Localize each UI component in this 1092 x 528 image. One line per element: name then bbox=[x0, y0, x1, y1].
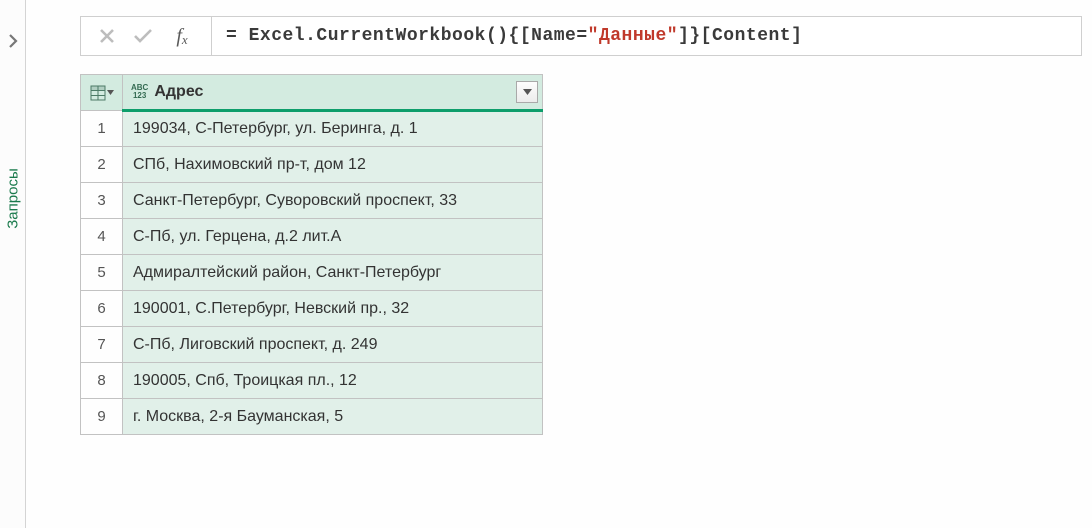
table-row[interactable]: 6 190001, С.Петербург, Невский пр., 32 bbox=[81, 291, 543, 327]
cell-address[interactable]: Санкт-Петербург, Суворовский проспект, 3… bbox=[123, 183, 543, 219]
formula-input[interactable]: = Excel.CurrentWorkbook(){[Name="Данные"… bbox=[212, 16, 1082, 56]
cell-address[interactable]: 199034, С-Петербург, ул. Беринга, д. 1 bbox=[123, 111, 543, 147]
table-icon bbox=[90, 85, 106, 101]
table-header-row: ABC 123 Адрес bbox=[81, 75, 543, 111]
datatype-any-icon: ABC 123 bbox=[131, 84, 148, 100]
fx-icon[interactable]: fx bbox=[161, 18, 203, 54]
table-row[interactable]: 8 190005, Спб, Троицкая пл., 12 bbox=[81, 363, 543, 399]
cell-address[interactable]: 190005, Спб, Троицкая пл., 12 bbox=[123, 363, 543, 399]
cell-address[interactable]: Адмиралтейский район, Санкт-Петербург bbox=[123, 255, 543, 291]
row-number: 9 bbox=[81, 399, 123, 435]
expand-sidebar-chevron[interactable] bbox=[7, 34, 19, 51]
cell-address[interactable]: СПб, Нахимовский пр-т, дом 12 bbox=[123, 147, 543, 183]
row-number: 7 bbox=[81, 327, 123, 363]
table-row[interactable]: 9 г. Москва, 2-я Бауманская, 5 bbox=[81, 399, 543, 435]
main-area: fx = Excel.CurrentWorkbook(){[Name="Данн… bbox=[26, 0, 1092, 528]
table-row[interactable]: 2 СПб, Нахимовский пр-т, дом 12 bbox=[81, 147, 543, 183]
formula-bar: fx = Excel.CurrentWorkbook(){[Name="Данн… bbox=[80, 16, 1082, 56]
row-number: 4 bbox=[81, 219, 123, 255]
accept-formula-button[interactable] bbox=[125, 18, 161, 54]
cell-address[interactable]: С-Пб, ул. Герцена, д.2 лит.А bbox=[123, 219, 543, 255]
table-row[interactable]: 3 Санкт-Петербург, Суворовский проспект,… bbox=[81, 183, 543, 219]
cell-address[interactable]: г. Москва, 2-я Бауманская, 5 bbox=[123, 399, 543, 435]
row-number: 5 bbox=[81, 255, 123, 291]
column-header-label: Адрес bbox=[154, 83, 203, 101]
row-number: 8 bbox=[81, 363, 123, 399]
row-number: 2 bbox=[81, 147, 123, 183]
chevron-down-icon bbox=[523, 89, 532, 95]
dropdown-icon bbox=[107, 90, 114, 95]
row-number: 1 bbox=[81, 111, 123, 147]
column-filter-button[interactable] bbox=[516, 81, 538, 103]
table-row[interactable]: 5 Адмиралтейский район, Санкт-Петербург bbox=[81, 255, 543, 291]
queries-sidebar: Запросы bbox=[0, 0, 26, 528]
table-row[interactable]: 1 199034, С-Петербург, ул. Беринга, д. 1 bbox=[81, 111, 543, 147]
queries-tab-label[interactable]: Запросы bbox=[4, 168, 21, 229]
row-number: 3 bbox=[81, 183, 123, 219]
formula-toolbar: fx bbox=[80, 16, 212, 56]
cell-address[interactable]: 190001, С.Петербург, Невский пр., 32 bbox=[123, 291, 543, 327]
row-number: 6 bbox=[81, 291, 123, 327]
column-header-address[interactable]: ABC 123 Адрес bbox=[123, 75, 543, 111]
cell-address[interactable]: С-Пб, Лиговский проспект, д. 249 bbox=[123, 327, 543, 363]
data-preview-table: ABC 123 Адрес 1 199034, С-Петербург, ул.… bbox=[80, 74, 543, 435]
table-corner-cell[interactable] bbox=[81, 75, 123, 111]
table-row[interactable]: 4 С-Пб, ул. Герцена, д.2 лит.А bbox=[81, 219, 543, 255]
cancel-formula-button[interactable] bbox=[89, 18, 125, 54]
table-row[interactable]: 7 С-Пб, Лиговский проспект, д. 249 bbox=[81, 327, 543, 363]
